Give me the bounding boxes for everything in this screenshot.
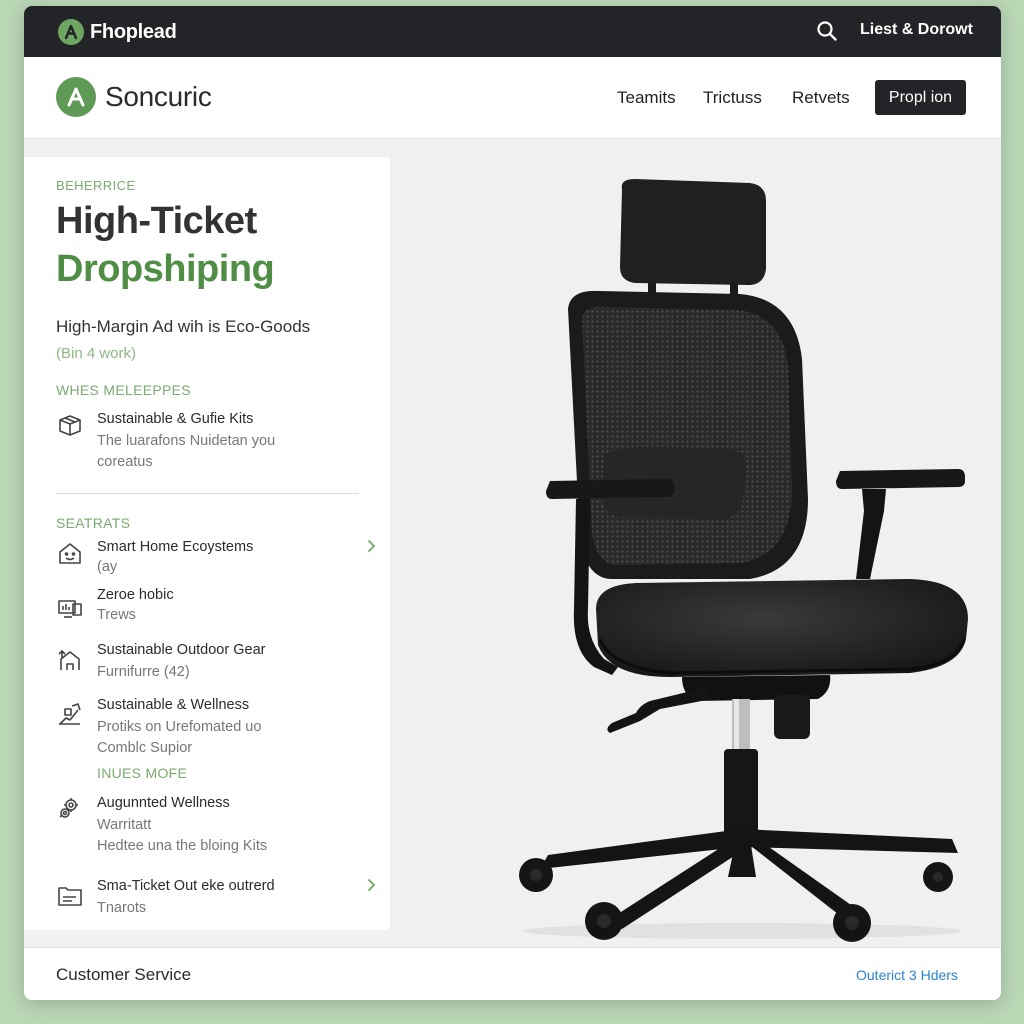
app-window: Fhoplead Liest & Dorowt Soncuric Teamits… — [24, 6, 1001, 1000]
section-label-2: SEATRATS — [56, 515, 131, 531]
nav-item-trictuss[interactable]: Trictuss — [703, 88, 762, 108]
item-title: Sma-Ticket Out eke outrerd — [97, 878, 275, 894]
item-desc: Tnarots — [97, 900, 147, 916]
brand-logo-icon — [58, 19, 84, 45]
ticket-box-icon — [56, 882, 84, 910]
item-title: Sustainable Outdoor Gear — [97, 642, 266, 658]
hero-subnote: (Bin 4 work) — [56, 345, 137, 362]
list-item[interactable]: Sustainable & Gufie Kits The luarafons N… — [56, 411, 366, 471]
smart-home-icon — [56, 539, 84, 567]
nav-item-teamits[interactable]: Teamits — [617, 88, 676, 108]
customer-service-label[interactable]: Customer Service — [56, 965, 191, 985]
list-item[interactable]: Sustainable Outdoor Gear Furnifurre (42) — [56, 642, 366, 682]
footer: Customer Service Outerict 3 Hders — [24, 947, 1001, 1000]
item-desc: Hedtee una the bloing Kits — [97, 838, 268, 854]
list-item[interactable]: Sma-Ticket Out eke outrerd Tnarots — [56, 878, 376, 918]
footer-link[interactable]: Outerict 3 Hders — [856, 967, 958, 983]
list-item[interactable]: Augunnted Wellness Warritatt Hedtee una … — [56, 795, 366, 855]
top-brand-name: Fhoplead — [90, 20, 177, 43]
cta-button[interactable]: Propl ion — [875, 80, 966, 115]
site-logo-link[interactable]: Soncuric — [56, 77, 212, 117]
site-name: Soncuric — [105, 81, 212, 112]
item-desc: Protiks on Urefomated uo — [97, 719, 262, 735]
office-chair-illustration — [519, 179, 968, 942]
top-brand[interactable]: Fhoplead — [58, 18, 177, 46]
item-desc: (ay — [97, 559, 118, 575]
section-label-3: INUES MOFE — [97, 765, 188, 781]
item-title: Augunnted Wellness — [97, 795, 230, 811]
item-title: Sustainable & Gufie Kits — [97, 411, 254, 427]
info-panel: BEHERRICE High-Ticket Dropshiping High-M… — [24, 157, 390, 930]
item-title: Sustainable & Wellness — [97, 697, 250, 713]
divider — [56, 493, 359, 494]
monitor-icon — [56, 593, 84, 621]
item-title: Smart Home Ecoystems — [97, 539, 254, 555]
chevron-right-icon[interactable] — [364, 878, 378, 892]
eyebrow-label: BEHERRICE — [56, 178, 136, 193]
outdoor-home-icon — [56, 646, 84, 674]
item-title: Zeroe hobic — [97, 587, 174, 603]
item-desc: coreatus — [97, 454, 153, 470]
search-icon[interactable] — [816, 20, 838, 42]
item-desc: Trews — [97, 607, 136, 623]
item-desc: Warritatt — [97, 817, 152, 833]
page-title-line2: Dropshiping — [56, 248, 275, 290]
account-link[interactable]: Liest & Dorowt — [860, 21, 973, 39]
item-desc: Furnifurre (42) — [97, 664, 190, 680]
section-label-1: WHES MELEEPPES — [56, 382, 191, 398]
list-item[interactable]: Smart Home Ecoystems (ay — [56, 539, 376, 579]
box-icon — [56, 411, 84, 439]
item-desc: The luarafons Nuidetan you — [97, 433, 276, 449]
page-title-line1: High-Ticket — [56, 200, 257, 242]
chevron-right-icon[interactable] — [364, 539, 378, 553]
hero-subtitle: High-Margin Ad wih is Eco-Goods — [56, 317, 311, 336]
nav-item-retvets[interactable]: Retvets — [792, 88, 850, 108]
list-item[interactable]: Sustainable & Wellness Protiks on Urefom… — [56, 697, 366, 757]
gears-icon — [56, 795, 84, 823]
item-desc: Comblc Supior — [97, 740, 193, 756]
wellness-icon — [56, 700, 84, 728]
site-header: Soncuric Teamits Trictuss Retvets Propl … — [24, 57, 1001, 139]
list-item[interactable]: Zeroe hobic Trews — [56, 587, 366, 627]
product-image — [390, 139, 1001, 948]
top-bar: Fhoplead Liest & Dorowt — [24, 6, 1001, 57]
site-logo-icon — [56, 77, 96, 117]
